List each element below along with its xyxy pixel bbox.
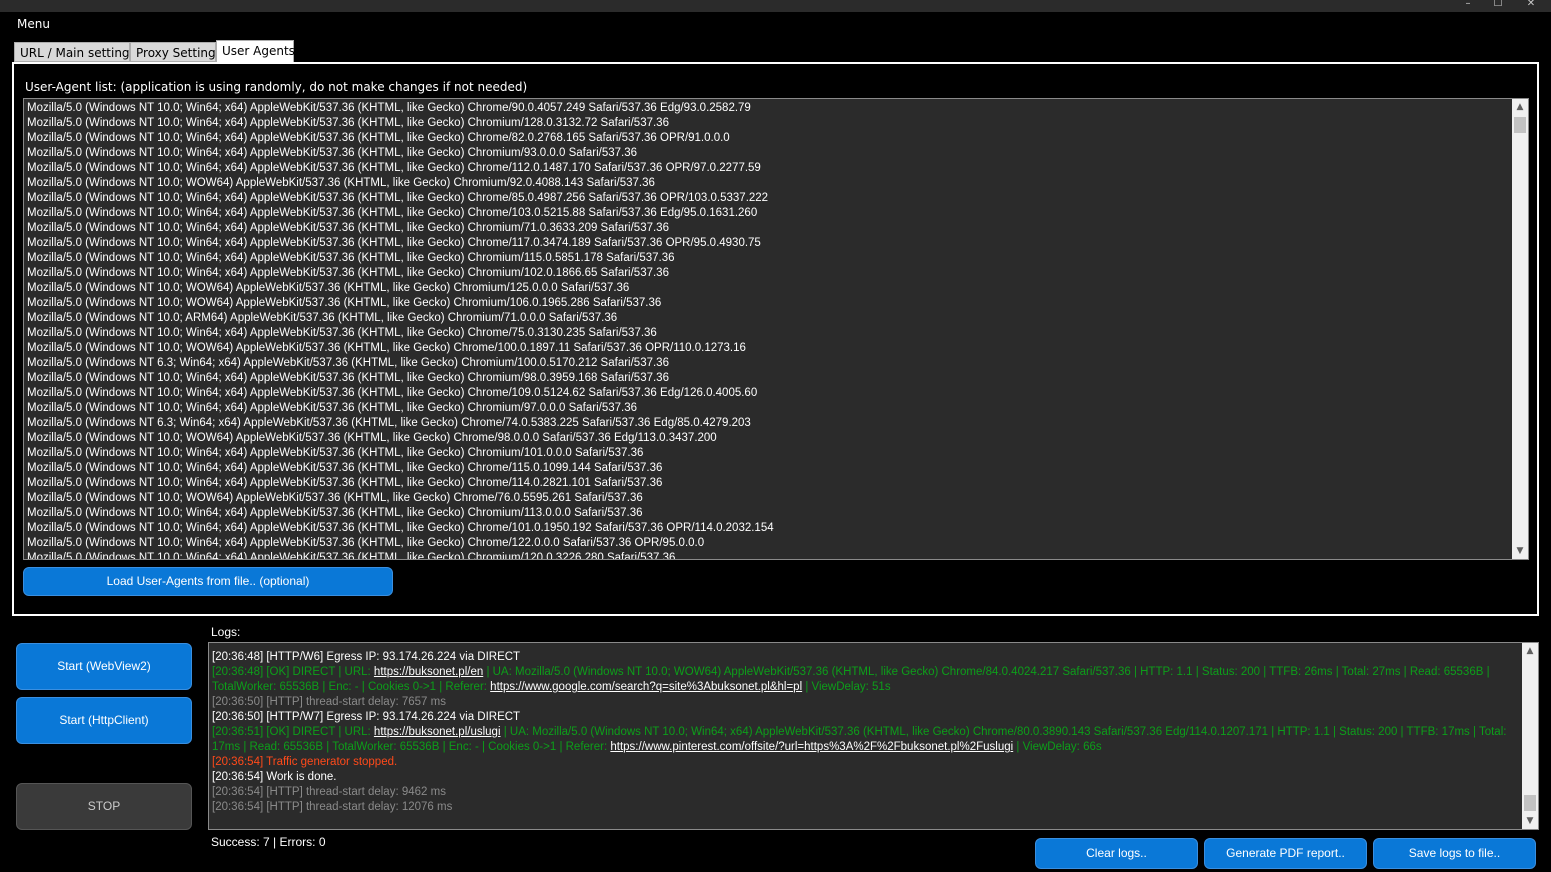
ua-line: Mozilla/5.0 (Windows NT 10.0; Win64; x64… bbox=[27, 132, 730, 144]
log-link[interactable]: https://www.pinterest.com/offsite/?url=h… bbox=[610, 741, 1013, 753]
ua-list-scrollbar[interactable]: ▲ ▼ bbox=[1512, 99, 1528, 559]
load-user-agents-button[interactable]: Load User-Agents from file.. (optional) bbox=[23, 567, 393, 596]
log-entry: [20:36:54] [HTTP] thread-start delay: 12… bbox=[212, 801, 453, 813]
ua-line: Mozilla/5.0 (Windows NT 10.0; Win64; x64… bbox=[27, 252, 675, 264]
user-agents-panel: User-Agent list: (application is using r… bbox=[12, 62, 1539, 616]
ua-line: Mozilla/5.0 (Windows NT 10.0; Win64; x64… bbox=[27, 552, 676, 560]
log-entry: [20:36:54] Work is done. bbox=[212, 771, 337, 783]
maximize-icon[interactable]: ☐ bbox=[1483, 0, 1513, 9]
stop-button[interactable]: STOP bbox=[16, 783, 192, 830]
ua-line: Mozilla/5.0 (Windows NT 10.0; Win64; x64… bbox=[27, 207, 758, 219]
log-entry: [20:36:50] [HTTP] thread-start delay: 76… bbox=[212, 696, 446, 708]
ua-line: Mozilla/5.0 (Windows NT 10.0; Win64; x64… bbox=[27, 387, 758, 399]
ua-line: Mozilla/5.0 (Windows NT 10.0; Win64; x64… bbox=[27, 102, 751, 114]
ua-line: Mozilla/5.0 (Windows NT 10.0; WOW64) App… bbox=[27, 342, 746, 354]
log-lines: [20:36:48] [HTTP/W6] Egress IP: 93.174.2… bbox=[212, 650, 1518, 815]
ua-line: Mozilla/5.0 (Windows NT 10.0; Win64; x64… bbox=[27, 537, 705, 549]
ua-line: Mozilla/5.0 (Windows NT 10.0; WOW64) App… bbox=[27, 297, 662, 309]
logs-label: Logs: bbox=[211, 625, 241, 639]
save-logs-button[interactable]: Save logs to file.. bbox=[1373, 838, 1536, 869]
close-icon[interactable]: ✕ bbox=[1516, 0, 1546, 9]
log-link[interactable]: https://buksonet.pl/uslugi bbox=[374, 726, 501, 738]
log-entry: [20:36:51] [OK] DIRECT | URL: https://bu… bbox=[212, 725, 1518, 755]
start-webview2-button[interactable]: Start (WebView2) bbox=[16, 643, 192, 690]
ua-line: Mozilla/5.0 (Windows NT 10.0; Win64; x64… bbox=[27, 462, 663, 474]
ua-line: Mozilla/5.0 (Windows NT 10.0; Win64; x64… bbox=[27, 372, 669, 384]
start-httpclient-button[interactable]: Start (HttpClient) bbox=[16, 697, 192, 744]
log-entry: [20:36:54] Traffic generator stopped. bbox=[212, 756, 398, 768]
scroll-down-icon[interactable]: ▼ bbox=[1512, 543, 1528, 559]
ua-line: Mozilla/5.0 (Windows NT 6.3; Win64; x64)… bbox=[27, 357, 669, 369]
scroll-thumb[interactable] bbox=[1524, 795, 1536, 811]
ua-line: Mozilla/5.0 (Windows NT 10.0; Win64; x64… bbox=[27, 117, 669, 129]
title-bar: – ☐ ✕ bbox=[0, 0, 1551, 12]
ua-line: Mozilla/5.0 (Windows NT 10.0; Win64; x64… bbox=[27, 237, 761, 249]
log-entry: [20:36:50] [HTTP/W7] Egress IP: 93.174.2… bbox=[212, 711, 521, 723]
ua-line: Mozilla/5.0 (Windows NT 10.0; Win64; x64… bbox=[27, 522, 774, 534]
ua-line: Mozilla/5.0 (Windows NT 10.0; Win64; x64… bbox=[27, 327, 657, 339]
log-text: [20:36:51] [OK] DIRECT | URL: bbox=[212, 726, 374, 738]
ua-list-label: User-Agent list: (application is using r… bbox=[25, 80, 528, 94]
ua-line: Mozilla/5.0 (Windows NT 10.0; WOW64) App… bbox=[27, 177, 655, 189]
ua-line: Mozilla/5.0 (Windows NT 10.0; WOW64) App… bbox=[27, 492, 643, 504]
ua-line: Mozilla/5.0 (Windows NT 10.0; WOW64) App… bbox=[27, 432, 717, 444]
ua-list-textarea[interactable]: Mozilla/5.0 (Windows NT 10.0; Win64; x64… bbox=[23, 98, 1529, 560]
tab-user-agents[interactable]: User Agents bbox=[216, 40, 295, 63]
ua-line: Mozilla/5.0 (Windows NT 10.0; Win64; x64… bbox=[27, 192, 769, 204]
log-text: | ViewDelay: 66s bbox=[1013, 741, 1102, 753]
scroll-up-icon[interactable]: ▲ bbox=[1512, 99, 1528, 115]
logs-textarea[interactable]: [20:36:48] [HTTP/W6] Egress IP: 93.174.2… bbox=[208, 642, 1539, 830]
menu-bar: Menu bbox=[0, 12, 1551, 36]
status-text: Success: 7 | Errors: 0 bbox=[211, 835, 326, 849]
ua-line: Mozilla/5.0 (Windows NT 10.0; Win64; x64… bbox=[27, 447, 644, 459]
ua-line: Mozilla/5.0 (Windows NT 10.0; Win64; x64… bbox=[27, 162, 761, 174]
ua-line: Mozilla/5.0 (Windows NT 10.0; Win64; x64… bbox=[27, 147, 637, 159]
ua-line: Mozilla/5.0 (Windows NT 10.0; Win64; x64… bbox=[27, 222, 669, 234]
ua-line: Mozilla/5.0 (Windows NT 10.0; WOW64) App… bbox=[27, 282, 630, 294]
log-text: | ViewDelay: 51s bbox=[802, 681, 891, 693]
log-entry: [20:36:48] [HTTP/W6] Egress IP: 93.174.2… bbox=[212, 651, 521, 663]
scroll-up-icon[interactable]: ▲ bbox=[1522, 643, 1538, 659]
ua-line: Mozilla/5.0 (Windows NT 6.3; Win64; x64)… bbox=[27, 417, 751, 429]
minimize-icon[interactable]: – bbox=[1453, 0, 1483, 9]
scroll-thumb[interactable] bbox=[1514, 117, 1526, 133]
menu-item[interactable]: Menu bbox=[17, 17, 50, 31]
generate-pdf-report-button[interactable]: Generate PDF report.. bbox=[1204, 838, 1367, 869]
log-entry: [20:36:48] [OK] DIRECT | URL: https://bu… bbox=[212, 665, 1518, 695]
log-entry: [20:36:54] [HTTP] thread-start delay: 94… bbox=[212, 786, 446, 798]
log-link[interactable]: https://www.google.com/search?q=site%3Ab… bbox=[490, 681, 802, 693]
log-link[interactable]: https://buksonet.pl/en bbox=[374, 666, 483, 678]
logs-scrollbar[interactable]: ▲ ▼ bbox=[1522, 643, 1538, 829]
tab-proxy-settings[interactable]: Proxy Settings bbox=[130, 42, 222, 62]
ua-line: Mozilla/5.0 (Windows NT 10.0; Win64; x64… bbox=[27, 507, 643, 519]
log-text: [20:36:48] [OK] DIRECT | URL: bbox=[212, 666, 374, 678]
tab-url-main-settings[interactable]: URL / Main settings bbox=[14, 42, 136, 62]
ua-list-lines: Mozilla/5.0 (Windows NT 10.0; Win64; x64… bbox=[27, 101, 1510, 560]
clear-logs-button[interactable]: Clear logs.. bbox=[1035, 838, 1198, 869]
ua-line: Mozilla/5.0 (Windows NT 10.0; Win64; x64… bbox=[27, 477, 663, 489]
ua-line: Mozilla/5.0 (Windows NT 10.0; ARM64) App… bbox=[27, 312, 618, 324]
ua-line: Mozilla/5.0 (Windows NT 10.0; Win64; x64… bbox=[27, 267, 669, 279]
scroll-down-icon[interactable]: ▼ bbox=[1522, 813, 1538, 829]
ua-line: Mozilla/5.0 (Windows NT 10.0; Win64; x64… bbox=[27, 402, 637, 414]
